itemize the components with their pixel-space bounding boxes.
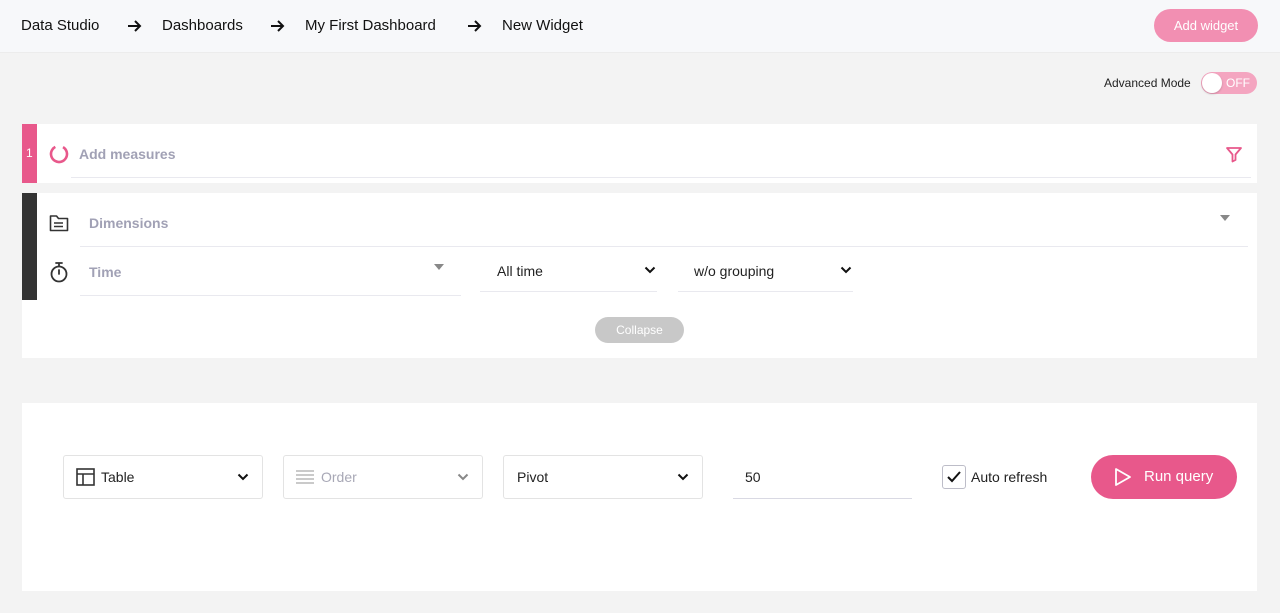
breadcrumb-new-widget: New Widget [502,17,583,34]
date-range-value: All time [497,263,543,279]
chevron-down-icon [237,473,249,481]
run-query-button[interactable]: Run query [1091,455,1237,499]
limit-underline [733,498,912,499]
order-value: Order [321,469,357,485]
toggle-knob [1202,73,1222,93]
date-range-select[interactable]: All time [480,253,657,292]
chevron-down-icon[interactable] [434,264,444,270]
arrow-right-icon [468,20,482,32]
breadcrumb-my-first-dashboard[interactable]: My First Dashboard [305,17,436,35]
pivot-select[interactable]: Pivot [503,455,703,499]
chart-type-value: Table [101,469,135,485]
time-underline [80,295,461,296]
collapse-button[interactable]: Collapse [595,317,684,343]
loading-ring-icon [49,144,69,164]
chart-type-select[interactable]: Table [63,455,263,499]
chevron-down-icon [644,266,656,274]
granularity-value: w/o grouping [694,263,775,279]
order-lines-icon [296,470,314,484]
measures-card: 1 Add measures [22,124,1257,183]
arrow-right-icon [128,20,142,32]
chevron-down-icon[interactable] [1220,215,1230,221]
order-select[interactable]: Order [283,455,483,499]
breadcrumb-data-studio[interactable]: Data Studio [21,17,99,35]
add-measures-input[interactable]: Add measures [79,146,175,162]
auto-refresh-label: Auto refresh [971,469,1048,485]
check-icon [947,471,961,483]
granularity-underline [678,291,853,292]
arrow-right-icon [271,20,285,32]
folder-icon [49,215,69,232]
advanced-mode-label: Advanced Mode [1104,76,1191,90]
filter-icon[interactable] [1225,145,1243,163]
run-query-label: Run query [1144,468,1214,485]
top-bar: Data Studio Dashboards My First Dashboar… [0,0,1280,53]
measures-underline [71,177,1251,178]
limit-input[interactable]: 50 [745,469,761,485]
chevron-down-icon [677,473,689,481]
add-widget-button[interactable]: Add widget [1154,9,1258,42]
chevron-down-icon [457,473,469,481]
play-icon [1115,468,1131,486]
dimensions-stripe [22,193,37,300]
advanced-mode-toggle[interactable]: OFF [1201,72,1257,94]
toggle-state-label: OFF [1226,76,1250,90]
dimensions-underline [80,246,1248,247]
dimensions-input[interactable]: Dimensions [89,215,168,231]
breadcrumb-dashboards[interactable]: Dashboards [162,17,243,35]
date-range-underline [480,291,657,292]
stopwatch-icon [50,262,68,283]
pivot-value: Pivot [517,469,549,485]
table-icon [76,468,95,486]
step-number: 1 [26,146,33,160]
granularity-select[interactable]: w/o grouping [678,253,853,292]
auto-refresh-checkbox[interactable] [942,465,966,489]
chevron-down-icon [840,266,852,274]
time-dimension-input[interactable]: Time [89,264,121,280]
